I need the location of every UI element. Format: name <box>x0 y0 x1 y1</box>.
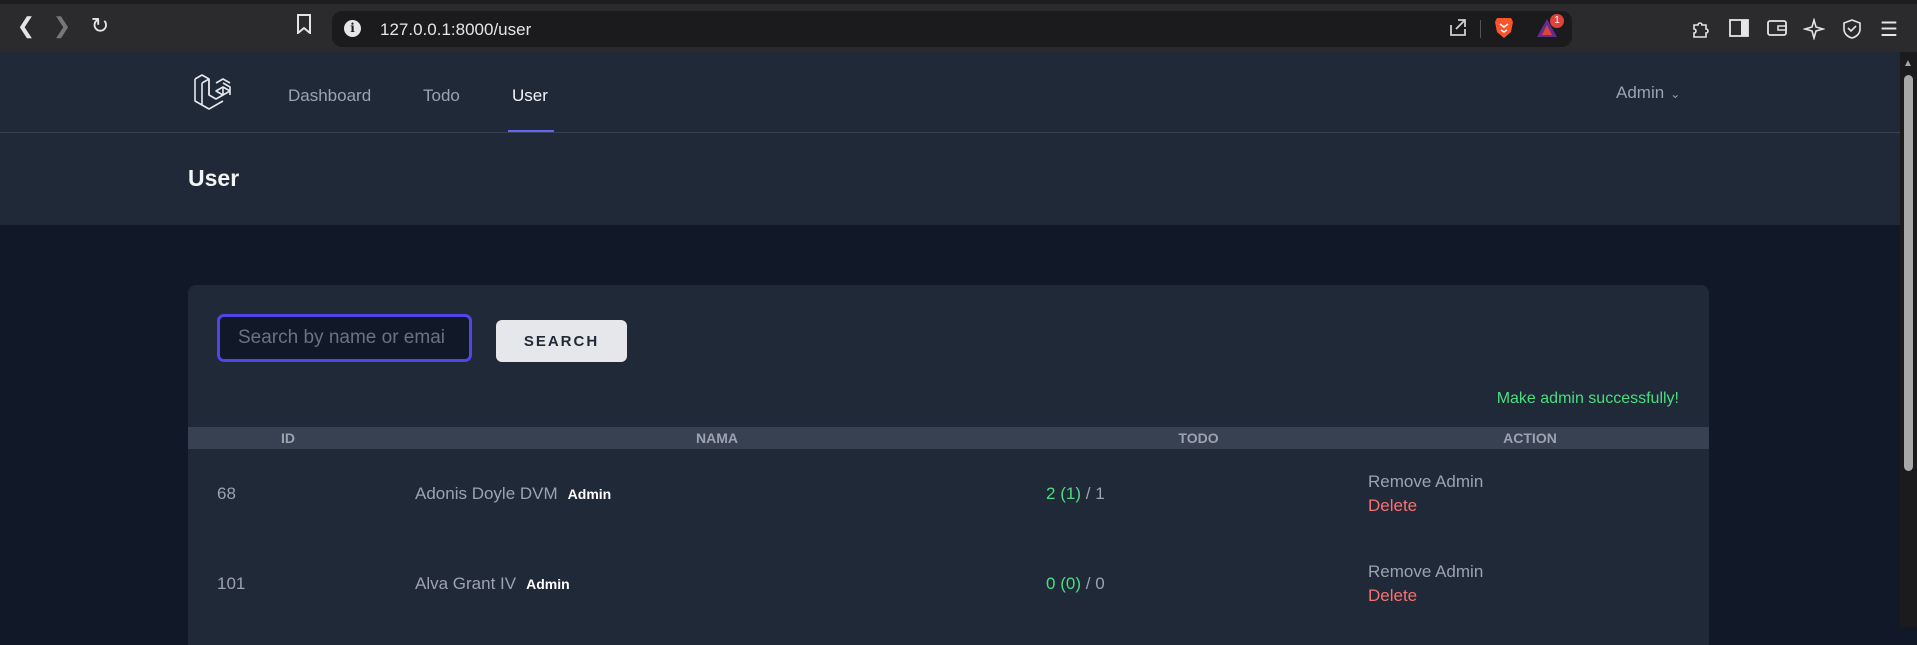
user-name: Adonis Doyle DVM <box>415 484 558 503</box>
column-header-nama: NAMA <box>696 430 738 446</box>
brave-lion-icon[interactable] <box>1494 16 1514 40</box>
remove-admin-link[interactable]: Remove Admin <box>1368 472 1709 492</box>
column-header-todo: TODO <box>1178 430 1219 446</box>
hamburger-menu-icon[interactable]: ☰ <box>1877 18 1901 42</box>
back-arrow-icon[interactable]: ❮ <box>14 14 38 38</box>
cell-id: 101 <box>217 574 246 593</box>
remove-admin-link[interactable]: Remove Admin <box>1368 562 1709 582</box>
share-icon[interactable] <box>1448 17 1468 43</box>
forward-arrow-icon[interactable]: ❯ <box>50 14 74 38</box>
url-text[interactable]: 127.0.0.1:8000/user <box>380 20 531 40</box>
cell-name: Adonis Doyle DVM Admin <box>388 449 1046 539</box>
user-table: ID NAMA TODO ACTION 68 Adonis Doyle DVM A… <box>188 427 1709 629</box>
user-dropdown[interactable]: Admin ⌄ <box>1616 83 1680 103</box>
laravel-logo-icon[interactable] <box>192 71 234 113</box>
active-nav-indicator <box>508 130 554 132</box>
user-menu-label: Admin <box>1616 83 1665 102</box>
todo-count: 0 <box>1046 574 1056 593</box>
delete-link[interactable]: Delete <box>1368 586 1709 606</box>
scroll-up-icon[interactable]: ▲ <box>1903 58 1913 69</box>
reload-icon[interactable]: ↻ <box>88 14 112 38</box>
todo-done-count: (0) <box>1060 574 1081 593</box>
bookmark-icon[interactable] <box>292 14 316 38</box>
cell-action: Remove Admin Delete <box>1351 539 1709 629</box>
wallet-icon[interactable] <box>1765 18 1789 42</box>
cell-todo: 0 (0) / 0 <box>1046 539 1351 629</box>
cell-id: 68 <box>217 484 236 503</box>
todo-separator: / <box>1085 574 1091 593</box>
page-header: User <box>0 133 1900 225</box>
user-card: SEARCH Make admin successfully! ID NAMA … <box>188 285 1709 645</box>
admin-badge: Admin <box>526 576 570 592</box>
table-row: 101 Alva Grant IV Admin 0 (0) / 0 Remove … <box>188 539 1709 629</box>
table-row: 68 Adonis Doyle DVM Admin 2 (1) / 1 Remov… <box>188 449 1709 539</box>
rewards-count-badge: 1 <box>1550 14 1564 28</box>
todo-done-count: (1) <box>1060 484 1081 503</box>
delete-link[interactable]: Delete <box>1368 496 1709 516</box>
todo-pending-count: 1 <box>1095 484 1105 503</box>
flash-message: Make admin successfully! <box>1496 390 1679 407</box>
shield-icon[interactable] <box>1840 18 1864 42</box>
column-header-id: ID <box>281 430 295 446</box>
column-header-action: ACTION <box>1503 430 1557 446</box>
nav-link-dashboard[interactable]: Dashboard <box>288 86 371 106</box>
admin-badge: Admin <box>567 486 612 502</box>
nav-link-todo[interactable]: Todo <box>423 86 460 106</box>
address-bar[interactable]: i 127.0.0.1:8000/user 1 <box>332 11 1572 47</box>
chevron-down-icon: ⌄ <box>1670 87 1681 101</box>
todo-separator: / <box>1085 484 1091 503</box>
nav-link-user[interactable]: User <box>512 86 548 106</box>
info-icon[interactable]: i <box>344 20 361 37</box>
cell-action: Remove Admin Delete <box>1351 449 1709 539</box>
search-input[interactable] <box>217 314 472 362</box>
page-title: User <box>188 165 240 191</box>
todo-count: 2 <box>1046 484 1056 503</box>
user-name: Alva Grant IV <box>415 574 517 593</box>
browser-toolbar: ❮ ❯ ↻ i 127.0.0.1:8000/user 1 ☰ <box>0 0 1917 52</box>
table-header-row: ID NAMA TODO ACTION <box>188 427 1709 449</box>
sidebar-icon[interactable] <box>1727 18 1751 42</box>
app-navbar: Dashboard Todo User Admin ⌄ <box>0 52 1900 133</box>
scrollbar-thumb[interactable] <box>1904 75 1913 471</box>
todo-pending-count: 0 <box>1095 574 1105 593</box>
puzzle-icon[interactable] <box>1689 18 1713 42</box>
sparkle-icon[interactable] <box>1802 17 1826 42</box>
cell-name: Alva Grant IV Admin <box>388 539 1046 629</box>
divider <box>1480 20 1481 38</box>
cell-todo: 2 (1) / 1 <box>1046 449 1351 539</box>
search-button[interactable]: SEARCH <box>496 320 627 362</box>
